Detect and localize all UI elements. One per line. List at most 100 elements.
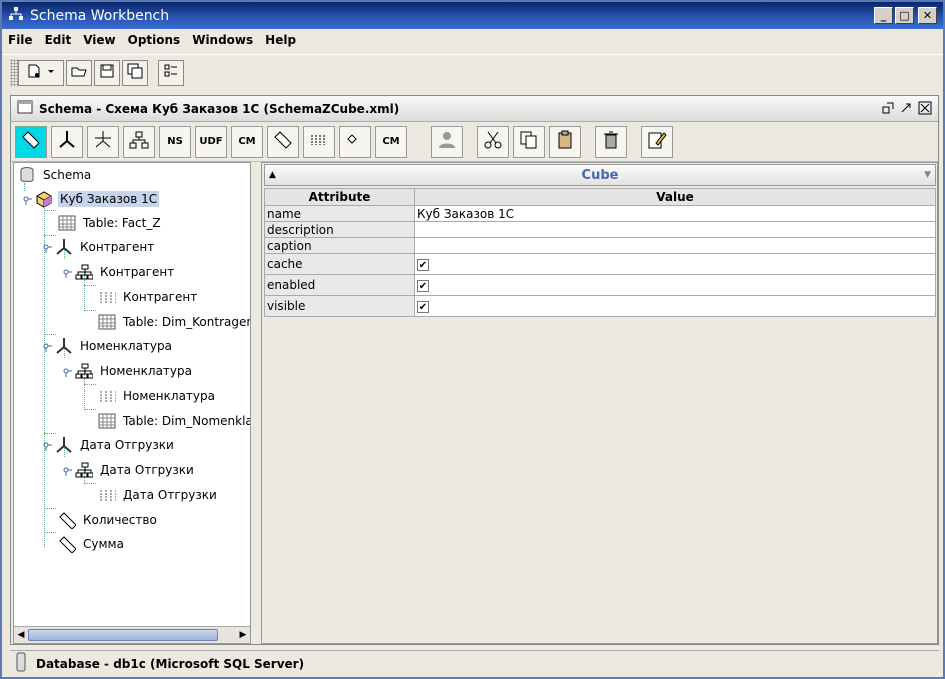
expand-toggle-icon[interactable] — [38, 436, 54, 454]
table-icon — [98, 313, 116, 331]
table-row[interactable]: caption — [264, 237, 936, 254]
menu-view[interactable]: View — [83, 33, 115, 47]
add-property-button[interactable] — [339, 125, 371, 158]
table-row[interactable]: name Куб Заказов 1С — [264, 205, 936, 222]
column-header-value[interactable]: Value — [414, 188, 936, 206]
expand-toggle-icon[interactable] — [18, 190, 34, 208]
close-frame-icon[interactable] — [918, 101, 932, 118]
save-button[interactable] — [94, 59, 120, 86]
add-level-button[interactable] — [303, 125, 335, 158]
add-hierarchy-button[interactable] — [123, 125, 155, 158]
preferences-button[interactable] — [158, 59, 184, 86]
add-dimension-usage-button[interactable] — [87, 125, 119, 158]
tree-node-level[interactable]: Контрагент — [98, 286, 199, 308]
table-row[interactable]: enabled ✔ — [264, 274, 936, 296]
tree-node-table[interactable]: Table: Dim_Nomenklatura — [98, 410, 250, 432]
save-all-button[interactable] — [122, 59, 148, 86]
cut-button[interactable] — [477, 125, 509, 158]
tree-label: Table: Dim_Nomenklatura — [123, 414, 250, 428]
app-icon — [8, 6, 24, 25]
add-named-set-button[interactable]: NS — [159, 125, 191, 158]
value-cell[interactable]: ✔ — [414, 295, 936, 317]
maximize-button[interactable]: □ — [895, 7, 914, 24]
menu-file[interactable]: File — [8, 33, 33, 47]
value-cell[interactable] — [414, 221, 936, 238]
tree-node-table[interactable]: Table: Dim_Kontragenty — [98, 311, 250, 333]
restore-icon[interactable] — [882, 102, 894, 117]
menu-windows[interactable]: Windows — [192, 33, 253, 47]
menu-options[interactable]: Options — [128, 33, 181, 47]
tree-node-hierarchy[interactable]: Номенклатура — [58, 360, 194, 382]
expand-toggle-icon[interactable] — [58, 362, 74, 380]
dimension-usage-icon — [92, 129, 114, 154]
add-role-button[interactable] — [431, 125, 463, 158]
add-udf-button[interactable]: UDF — [195, 125, 227, 158]
collapse-up-icon[interactable]: ▲ — [269, 170, 276, 180]
menu-edit[interactable]: Edit — [45, 33, 72, 47]
add-dimension-button[interactable] — [51, 125, 83, 158]
tree-node-dimension[interactable]: Контрагент — [38, 236, 156, 258]
value-cell[interactable]: ✔ — [414, 253, 936, 275]
tree-node-level[interactable]: Номенклатура — [98, 385, 217, 407]
expand-toggle-icon[interactable] — [38, 238, 54, 256]
edit-button[interactable] — [641, 125, 673, 158]
scroll-right-icon[interactable]: ▶ — [237, 629, 249, 641]
schema-toolbar: NS UDF CM CM — [11, 122, 938, 162]
tree-label: Количество — [83, 513, 157, 527]
enabled-checkbox[interactable]: ✔ — [417, 280, 429, 292]
column-header-attribute[interactable]: Attribute — [264, 188, 415, 206]
status-indicator-icon — [16, 652, 26, 675]
tree-node-hierarchy[interactable]: Контрагент — [58, 261, 176, 283]
copy-button[interactable] — [513, 125, 545, 158]
value-cell[interactable]: Куб Заказов 1С — [414, 205, 936, 222]
toolbar-grip[interactable] — [10, 58, 18, 87]
scroll-thumb[interactable] — [28, 629, 218, 641]
property-icon — [344, 129, 366, 154]
properties-panel: ▲ Cube ▼ Attribute Value name Куб Заказо… — [261, 162, 938, 644]
title-bar: Schema Workbench _ □ ✕ — [2, 2, 943, 29]
attribute-cell: visible — [264, 295, 415, 317]
new-button[interactable] — [18, 59, 64, 86]
table-row[interactable]: cache ✔ — [264, 253, 936, 275]
virtual-measure-icon — [20, 129, 42, 154]
close-icon: ✕ — [922, 9, 933, 22]
expand-toggle-icon[interactable] — [38, 337, 54, 355]
cache-checkbox[interactable]: ✔ — [417, 259, 429, 271]
close-button[interactable]: ✕ — [918, 7, 937, 24]
copy-icon — [518, 129, 540, 154]
maximize-frame-icon[interactable] — [900, 102, 912, 117]
add-virtual-measure-button[interactable] — [15, 125, 47, 158]
open-button[interactable] — [66, 59, 92, 86]
tree-node-level[interactable]: Дата Отгрузки — [98, 484, 219, 506]
table-row[interactable]: visible ✔ — [264, 295, 936, 317]
tree-node-schema[interactable]: Schema — [18, 164, 93, 186]
schema-tree[interactable]: Schema Куб Заказов 1С Table: Fact_Z Конт… — [13, 162, 251, 644]
tree-node-dimension[interactable]: Номенклатура — [38, 335, 174, 357]
tree-node-dimension[interactable]: Дата Отгрузки — [38, 434, 176, 456]
attribute-cell: description — [264, 221, 415, 238]
table-row[interactable]: description — [264, 221, 936, 238]
add-calculated-member-button[interactable]: CM — [231, 125, 263, 158]
scroll-left-icon[interactable]: ◀ — [15, 629, 27, 641]
dropdown-arrow-icon[interactable]: ▼ — [924, 170, 931, 180]
tree-node-fact-table[interactable]: Table: Fact_Z — [58, 212, 163, 234]
add-measure-button[interactable] — [267, 125, 299, 158]
minimize-button[interactable]: _ — [874, 7, 893, 24]
tree-node-measure[interactable]: Сумма — [58, 533, 126, 555]
tree-node-hierarchy[interactable]: Дата Отгрузки — [58, 459, 196, 481]
hierarchy-icon — [75, 362, 93, 380]
tree-node-measure[interactable]: Количество — [58, 509, 159, 531]
expand-toggle-icon[interactable] — [58, 461, 74, 479]
value-cell[interactable]: ✔ — [414, 274, 936, 296]
tree-horizontal-scrollbar[interactable]: ◀ ▶ — [14, 626, 250, 643]
menu-help[interactable]: Help — [265, 33, 296, 47]
tree-node-cube[interactable]: Куб Заказов 1С — [18, 188, 160, 210]
value-cell[interactable] — [414, 237, 936, 254]
split-divider[interactable] — [252, 162, 260, 644]
expand-toggle-icon[interactable] — [58, 263, 74, 281]
paste-button[interactable] — [549, 125, 581, 158]
add-calculated-member-property-button[interactable]: CM — [375, 125, 407, 158]
tree-label: Номенклатура — [100, 364, 192, 378]
visible-checkbox[interactable]: ✔ — [417, 301, 429, 313]
delete-button[interactable] — [595, 125, 627, 158]
